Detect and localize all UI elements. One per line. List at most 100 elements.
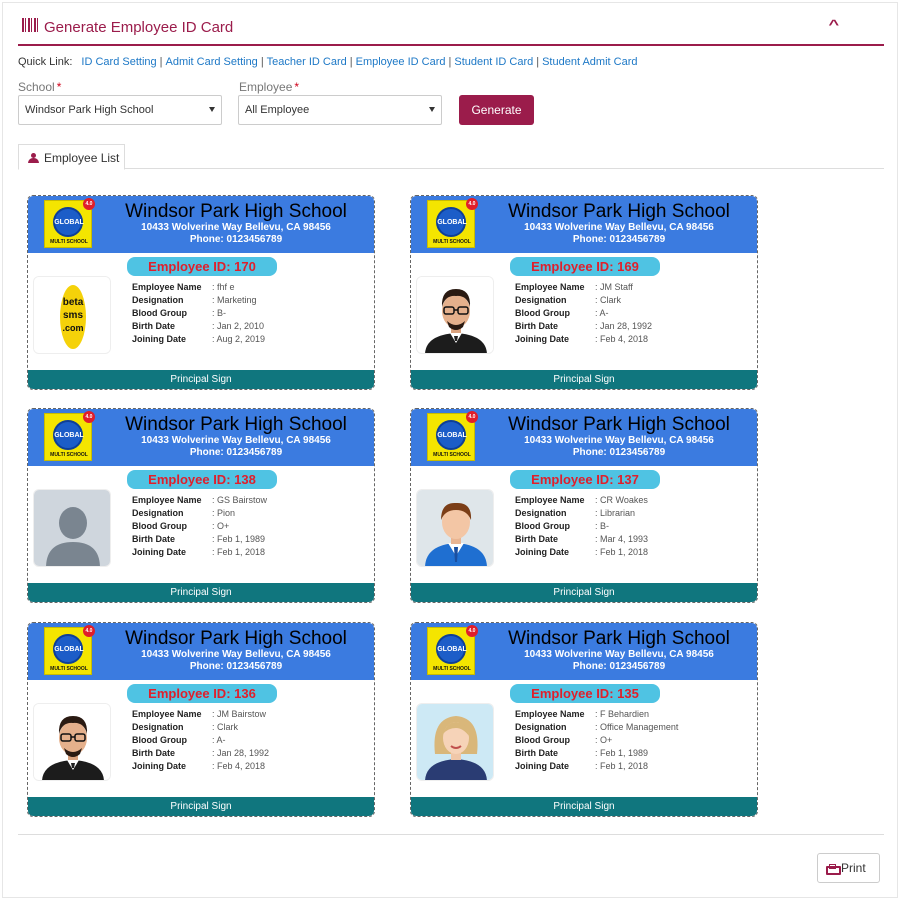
employee-id-card: GLOBAL MULTI SCHOOL 4.0 Windsor Park High S… [410, 408, 758, 603]
employee-photo: beta sms .com [33, 276, 111, 354]
logo-caption: MULTI SCHOOL [433, 452, 471, 458]
detail-value: : A- [595, 308, 609, 318]
svg-text:sms: sms [63, 310, 83, 321]
detail-value: : CR Woakes [595, 495, 648, 505]
link-employee-id-card[interactable]: Employee ID Card [356, 56, 446, 68]
detail-row: Birth Date : Feb 1, 1989 [515, 747, 678, 760]
detail-row: Employee Name: fhf e [132, 281, 265, 294]
detail-row: Blood Group: O+ [515, 734, 678, 747]
detail-value: : Aug 2, 2019 [212, 334, 266, 344]
detail-label: Employee Name [515, 495, 585, 505]
employee-id-card: GLOBAL MULTI SCHOOL 4.0 Windsor Park High S… [410, 622, 758, 817]
school-logo: GLOBAL MULTI SCHOOL 4.0 [44, 411, 95, 461]
detail-label: Blood Group [515, 308, 570, 318]
link-admit-card-setting[interactable]: Admit Card Setting [165, 56, 257, 68]
detail-value: : Feb 1, 2018 [595, 761, 649, 771]
employee-details: Employee Name: GS Bairstow Designation: P… [132, 494, 267, 559]
detail-label: Joining Date [132, 761, 187, 771]
detail-row: Employee Name: GS Bairstow [132, 494, 267, 507]
employee-photo [416, 276, 494, 354]
employee-select[interactable]: All Employee [238, 95, 442, 125]
detail-value: : JM Bairstow [212, 709, 267, 719]
detail-label: Birth Date [132, 534, 176, 544]
detail-row: Employee Name: JM Staff [515, 281, 652, 294]
detail-label: Designation [132, 508, 184, 518]
detail-row: Employee Name : CR Woakes [515, 494, 648, 507]
detail-row: Designation: Office Management [515, 721, 678, 734]
detail-value: : Feb 1, 2018 [595, 547, 649, 557]
detail-label: Designation [515, 722, 567, 732]
card-address: 10433 Wolverine Way Bellevu, CA 98456 [141, 435, 331, 446]
card-school-name: Windsor Park High School [508, 414, 730, 435]
employee-details: Employee Name: F Behardien Designation: O… [515, 708, 678, 773]
card-address: 10433 Wolverine Way Bellevu, CA 98456 [524, 435, 714, 446]
detail-label: Birth Date [515, 748, 559, 758]
detail-row: Birth Date: Jan 28, 1992 [515, 320, 652, 333]
detail-label: Designation [515, 295, 567, 305]
detail-row: Birth Date: Feb 1, 1989 [132, 533, 267, 546]
detail-label: Blood Group [132, 521, 187, 531]
logo-caption: MULTI SCHOOL [50, 239, 88, 245]
detail-row: Employee Name : JM Bairstow [132, 708, 269, 721]
generate-button[interactable]: Generate [459, 95, 534, 125]
chevron-up-icon[interactable]: ^ [829, 17, 840, 32]
caret-down-icon [209, 107, 215, 112]
detail-label: Joining Date [515, 547, 570, 557]
card-address: 10433 Wolverine Way Bellevu, CA 98456 [524, 649, 714, 660]
page-title: Generate Employee ID Card [44, 19, 234, 36]
link-student-id-card[interactable]: Student ID Card [454, 56, 533, 68]
detail-label: Birth Date [132, 321, 176, 331]
logo-caption: MULTI SCHOOL [50, 666, 88, 672]
panel-header: Generate Employee ID Card ^ [18, 14, 884, 46]
employee-id-badge: Employee ID: 136 [127, 684, 277, 703]
logo-text: GLOBAL [54, 432, 84, 439]
employee-id-badge: Employee ID: 170 [127, 257, 277, 276]
employee-id-card: GLOBAL MULTI SCHOOL 4.0 Windsor Park High S… [27, 408, 375, 603]
principal-sign: Principal Sign [28, 583, 374, 602]
school-select[interactable]: Windsor Park High School [18, 95, 222, 125]
caret-down-icon [429, 107, 435, 112]
card-phone: Phone: 0123456789 [189, 234, 283, 245]
principal-sign: Principal Sign [411, 583, 757, 602]
employee-label: Employee * [239, 80, 300, 94]
detail-value: : Feb 1, 1989 [595, 748, 649, 758]
link-teacher-id-card[interactable]: Teacher ID Card [267, 56, 347, 68]
link-student-admit-card[interactable]: Student Admit Card [542, 56, 637, 68]
detail-row: Blood Group: B- [515, 520, 648, 533]
school-logo: GLOBAL MULTI SCHOOL 4.0 [44, 198, 95, 248]
quick-links: Quick Link: ID Card Setting | Admit Card Se… [18, 56, 638, 68]
school-logo: GLOBAL MULTI SCHOOL 4.0 [44, 625, 95, 675]
logo-caption: MULTI SCHOOL [50, 452, 88, 458]
detail-value: : O+ [212, 521, 230, 531]
detail-value: : B- [595, 521, 610, 531]
detail-label: Employee Name [132, 495, 202, 505]
detail-row: Joining Date : Feb 1, 2018 [515, 546, 648, 559]
card-address: 10433 Wolverine Way Bellevu, CA 98456 [141, 649, 331, 660]
employee-details: Employee Name: JM Bairstow Designation: C… [132, 708, 269, 773]
link-id-card-setting[interactable]: ID Card Setting [81, 56, 156, 68]
school-logo: GLOBAL MULTI SCHOOL 4.0 [427, 198, 478, 248]
tab-employee-list[interactable]: Employee List [18, 144, 125, 170]
detail-value: : A- [212, 735, 226, 745]
detail-row: Blood Group: A- [132, 734, 269, 747]
employee-id-badge: Employee ID: 135 [510, 684, 660, 703]
detail-label: Employee Name [132, 709, 202, 719]
detail-value: : Feb 4, 2018 [212, 761, 266, 771]
detail-value: : Jan 28, 1992 [212, 748, 270, 758]
card-header: GLOBAL MULTI SCHOOL 4.0 Windsor Park High S… [28, 409, 374, 466]
detail-label: Blood Group [132, 308, 187, 318]
detail-row: Joining Date: Feb 1, 2018 [132, 546, 267, 559]
footer-divider [18, 834, 884, 835]
detail-value: : B- [212, 308, 227, 318]
detail-label: Joining Date [515, 334, 570, 344]
detail-row: Joining Date: Feb 4, 2018 [515, 333, 652, 346]
school-label: School * [18, 80, 62, 94]
print-button[interactable]: Print [817, 853, 880, 883]
detail-label: Birth Date [132, 748, 176, 758]
detail-row: Blood Group : A- [515, 307, 652, 320]
logo-badge: 4.0 [83, 625, 95, 637]
detail-row: Blood Group : O+ [132, 520, 267, 533]
printer-icon [826, 864, 841, 875]
card-phone: Phone: 0123456789 [572, 447, 666, 458]
card-header: GLOBAL MULTI SCHOOL 4.0 Windsor Park High S… [28, 623, 374, 680]
